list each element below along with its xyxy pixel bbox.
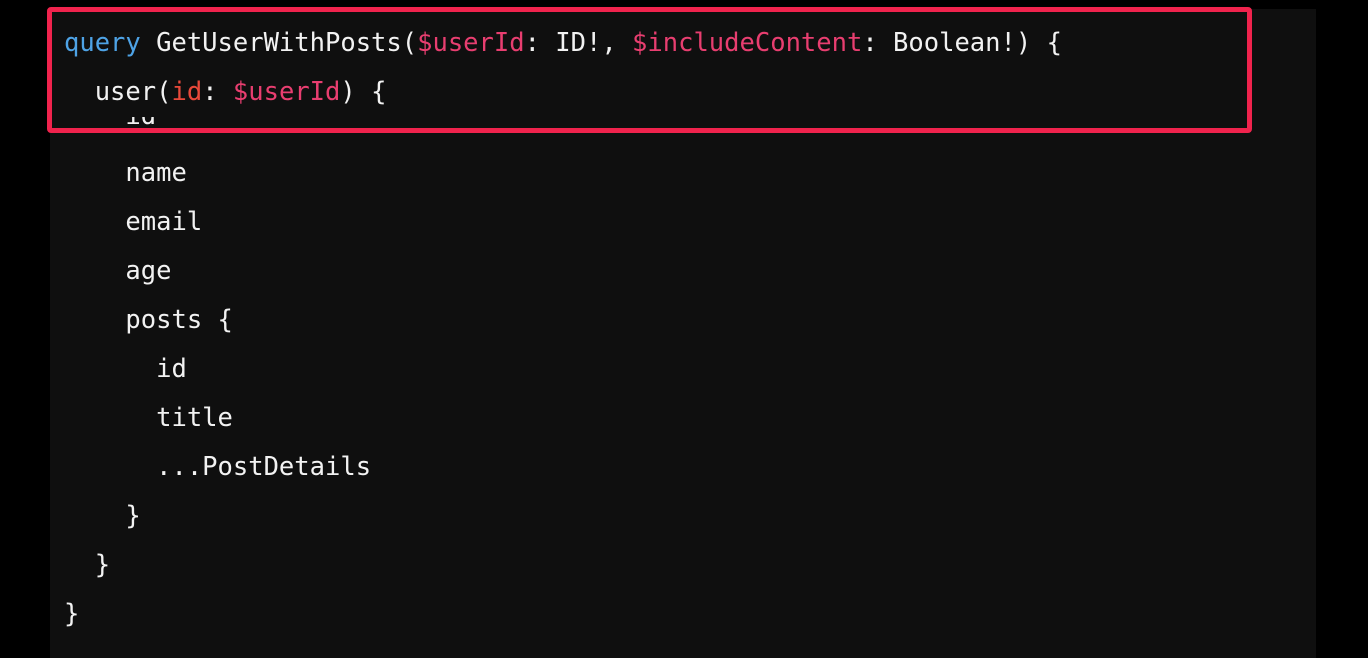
code-line[interactable]: email [64, 198, 1062, 247]
code-line[interactable]: } [64, 492, 1062, 541]
code-token-plain: : [202, 77, 233, 107]
code-token-plain: email [64, 207, 203, 237]
code-token-plain: GetUserWithPosts( [140, 28, 418, 58]
code-line[interactable]: title [64, 394, 1062, 443]
code-line[interactable]: age [64, 247, 1062, 296]
code-token-plain: } [64, 550, 111, 580]
code-token-plain: ...PostDetails [64, 452, 372, 482]
code-token-keyword: query [64, 28, 141, 58]
code-token-plain: posts { [64, 305, 233, 335]
code-line[interactable]: name [64, 149, 1062, 198]
code-token-plain: title [64, 403, 233, 433]
code-line[interactable]: user(id: $userId) { [64, 68, 1062, 117]
code-token-plain: age [64, 256, 172, 286]
code-token-plain: id [64, 354, 187, 384]
code-token-plain: : Boolean!) { [862, 28, 1062, 58]
code-token-plain: id [64, 117, 156, 131]
code-line-content: id [64, 117, 156, 132]
code-token-argname: id [171, 77, 203, 107]
code-token-plain: ) { [340, 77, 387, 107]
code-token-plain: } [64, 599, 80, 629]
code-editor-panel[interactable]: query GetUserWithPosts($userId: ID!, $in… [50, 9, 1316, 658]
code-line[interactable]: } [64, 541, 1062, 590]
code-token-plain: : ID!, [524, 28, 633, 58]
code-token-plain: } [64, 501, 141, 531]
code-line[interactable]: } [64, 590, 1062, 639]
code-token-variable: $userId [417, 28, 525, 58]
code-line[interactable]: ...PostDetails [64, 443, 1062, 492]
code-line[interactable]: query GetUserWithPosts($userId: ID!, $in… [64, 19, 1062, 68]
code-token-variable: $userId [232, 77, 341, 107]
code-token-variable: $includeContent [632, 28, 863, 58]
code-line[interactable]: id [64, 345, 1062, 394]
code-token-plain: user( [64, 77, 172, 107]
code-line[interactable]: id [64, 117, 1062, 149]
code-token-plain: name [64, 158, 187, 188]
code-lines[interactable]: query GetUserWithPosts($userId: ID!, $in… [64, 19, 1062, 639]
code-line[interactable]: posts { [64, 296, 1062, 345]
